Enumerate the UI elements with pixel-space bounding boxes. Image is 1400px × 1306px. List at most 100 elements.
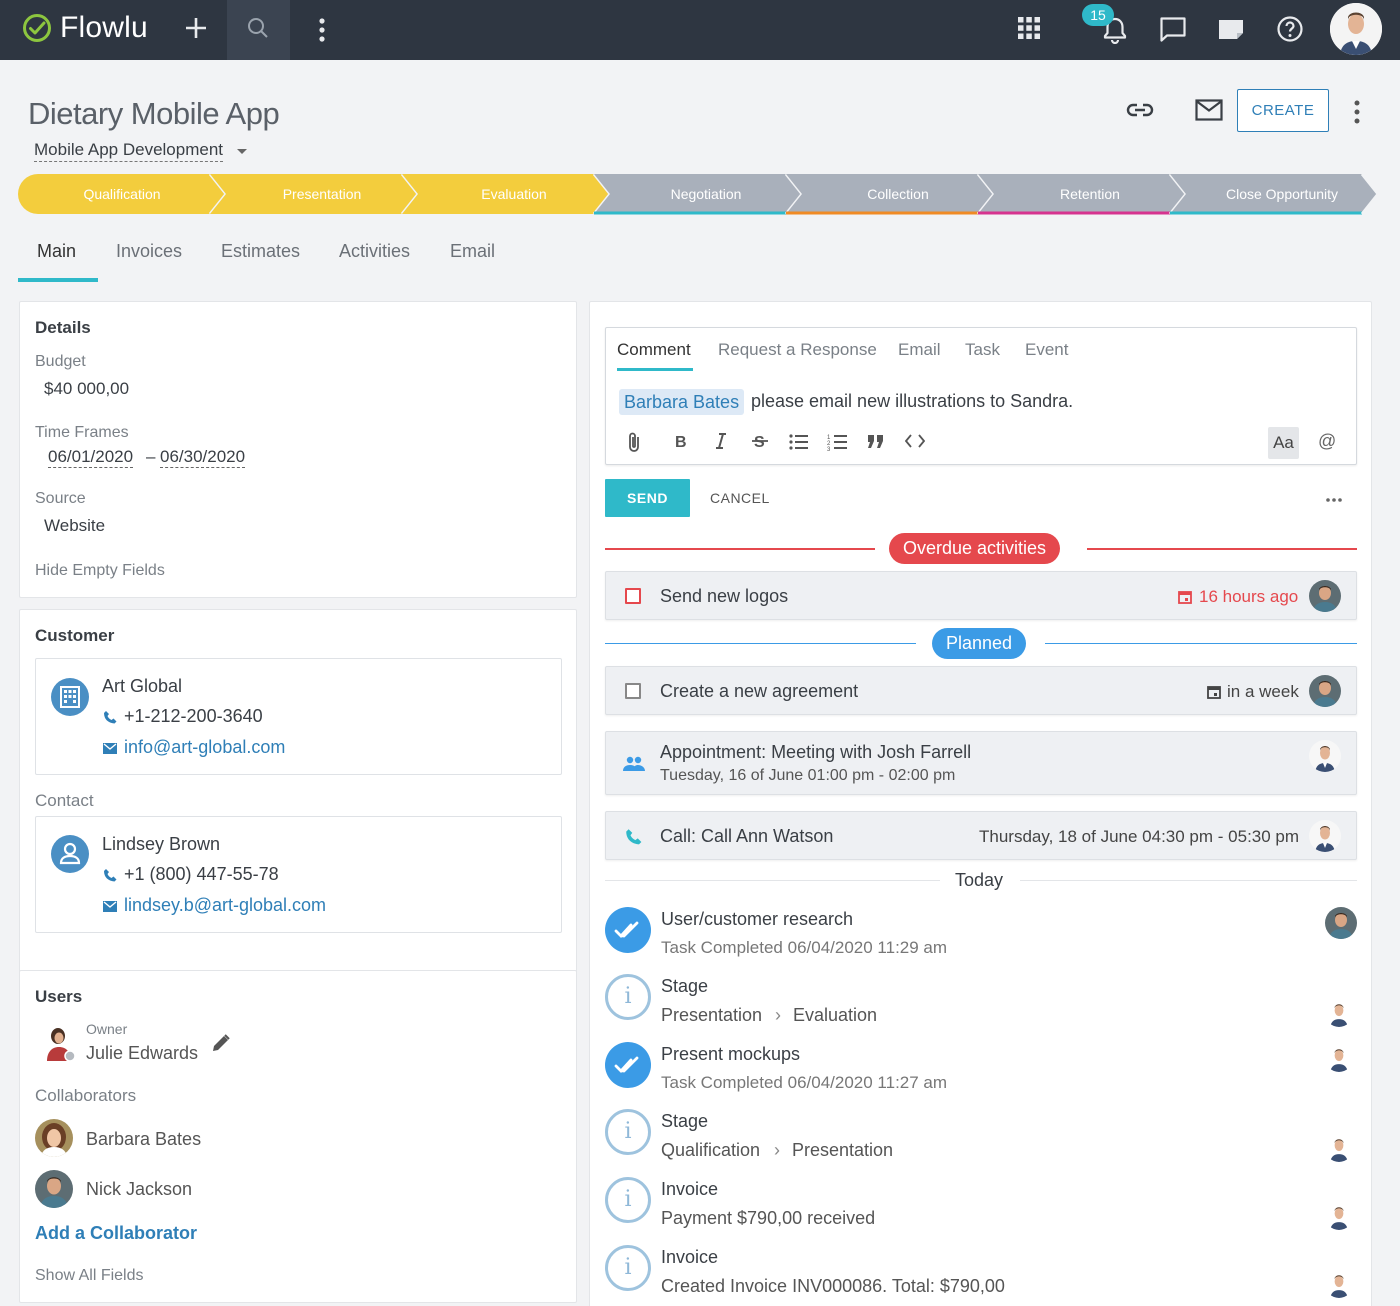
comment-input[interactable]: please email new illustrations to Sandra…: [751, 391, 1073, 412]
overdue-task-row[interactable]: Send new logos 16 hours ago: [605, 571, 1357, 620]
contact-email-link[interactable]: lindsey.b@art-global.com: [124, 895, 326, 916]
show-all-fields-link[interactable]: Show All Fields: [35, 1267, 144, 1285]
cancel-button[interactable]: CANCEL: [710, 479, 770, 517]
task-title[interactable]: Send new logos: [660, 586, 788, 607]
planned-call-row[interactable]: Call: Call Ann Watson Thursday, 18 of Ju…: [605, 811, 1357, 860]
feed-item-title[interactable]: Present mockups: [661, 1044, 800, 1065]
add-icon[interactable]: [182, 14, 210, 42]
task-completed-icon: [605, 1042, 651, 1088]
start-date[interactable]: 06/01/2020: [48, 447, 134, 468]
user-avatar[interactable]: [1330, 3, 1382, 55]
quote-icon[interactable]: [868, 435, 884, 448]
caret-down-icon[interactable]: [237, 149, 247, 154]
notification-count-badge: 15: [1082, 4, 1114, 26]
more-vertical-icon[interactable]: [1348, 100, 1366, 124]
stage-close-opportunity[interactable]: Close Opportunity: [1170, 174, 1378, 215]
contact-name[interactable]: Lindsey Brown: [102, 834, 220, 855]
mail-icon[interactable]: [1195, 99, 1223, 121]
assignee-avatar[interactable]: [1309, 820, 1341, 852]
strikethrough-icon[interactable]: S: [751, 432, 769, 450]
deal-title: Dietary Mobile App: [28, 96, 280, 131]
author-avatar[interactable]: [1325, 1270, 1353, 1298]
bullet-list-icon[interactable]: [789, 434, 808, 450]
tab-email[interactable]: Email: [450, 241, 495, 262]
author-avatar[interactable]: [1325, 1134, 1353, 1162]
planned-meeting-row[interactable]: Appointment: Meeting with Josh Farrell T…: [605, 731, 1357, 795]
more-horizontal-icon[interactable]: [1325, 497, 1343, 503]
planned-task-row[interactable]: Create a new agreement in a week: [605, 666, 1357, 715]
text-format-toggle[interactable]: Aa: [1268, 427, 1299, 459]
search-button[interactable]: [227, 0, 290, 60]
company-phone[interactable]: +1-212-200-3640: [124, 706, 263, 727]
chat-icon[interactable]: [1159, 16, 1187, 43]
stage-presentation[interactable]: Presentation: [210, 174, 418, 215]
feed-item-title[interactable]: User/customer research: [661, 909, 853, 930]
assignee-avatar[interactable]: [1309, 740, 1341, 772]
code-icon[interactable]: [905, 434, 925, 448]
active-tab-indicator: [18, 278, 98, 282]
tab-activities[interactable]: Activities: [339, 241, 410, 262]
collaborator-name[interactable]: Barbara Bates: [86, 1129, 201, 1150]
attach-icon[interactable]: [627, 431, 641, 453]
overdue-divider: [605, 548, 875, 550]
link-icon[interactable]: [1126, 100, 1154, 120]
task-title[interactable]: Create a new agreement: [660, 681, 858, 702]
task-checkbox[interactable]: [625, 588, 641, 604]
help-icon[interactable]: [1276, 15, 1304, 43]
app-logo[interactable]: Flowlu: [22, 11, 148, 45]
feed-item-title[interactable]: Stage: [661, 1111, 708, 1132]
pipeline-selector[interactable]: Mobile App Development: [34, 140, 224, 162]
company-name[interactable]: Art Global: [102, 676, 182, 697]
stage-retention[interactable]: Retention: [978, 174, 1186, 215]
tab-main[interactable]: Main: [37, 241, 76, 262]
assignee-avatar[interactable]: [1309, 675, 1341, 707]
tab-estimates[interactable]: Estimates: [221, 241, 300, 262]
logo-text: Flowlu: [60, 11, 148, 44]
tab-comment[interactable]: Comment: [617, 340, 691, 360]
stage-negotiation[interactable]: Negotiation: [594, 174, 802, 215]
budget-value[interactable]: $40 000,00: [44, 379, 129, 399]
planned-divider: [605, 643, 916, 644]
owner-name[interactable]: Julie Edwards: [86, 1043, 198, 1064]
add-collaborator-link[interactable]: Add a Collaborator: [35, 1223, 197, 1244]
send-button[interactable]: SEND: [605, 479, 690, 517]
source-value[interactable]: Website: [44, 516, 105, 536]
hide-empty-fields-link[interactable]: Hide Empty Fields: [35, 562, 165, 580]
italic-icon[interactable]: [714, 433, 728, 449]
mention-tag[interactable]: Barbara Bates: [619, 389, 745, 415]
collaborator-avatar[interactable]: [35, 1170, 73, 1208]
author-avatar[interactable]: [1325, 999, 1353, 1027]
call-title[interactable]: Call: Call Ann Watson: [660, 826, 833, 847]
owner-avatar[interactable]: [41, 1023, 77, 1061]
feed-item-title[interactable]: Stage: [661, 976, 708, 997]
contact-phone[interactable]: +1 (800) 447-55-78: [124, 864, 279, 885]
tab-event[interactable]: Event: [1025, 340, 1068, 360]
collaborator-name[interactable]: Nick Jackson: [86, 1179, 192, 1200]
stage-collection[interactable]: Collection: [786, 174, 994, 215]
stage-qualification[interactable]: Qualification: [18, 174, 226, 215]
feed-item-title[interactable]: Invoice: [661, 1179, 718, 1200]
numbered-list-icon[interactable]: 123: [827, 433, 847, 451]
folder-note-icon[interactable]: [1217, 17, 1245, 41]
more-vertical-icon[interactable]: [312, 17, 332, 43]
task-checkbox[interactable]: [625, 683, 641, 699]
mention-button[interactable]: @: [1318, 431, 1336, 452]
assignee-avatar[interactable]: [1309, 580, 1341, 612]
bold-icon[interactable]: B: [675, 433, 689, 449]
author-avatar[interactable]: [1325, 1044, 1353, 1072]
apps-grid-icon[interactable]: [1017, 16, 1041, 40]
tab-task[interactable]: Task: [965, 340, 1000, 360]
edit-pencil-icon[interactable]: [211, 1033, 231, 1053]
create-button[interactable]: CREATE: [1237, 89, 1329, 132]
company-email-link[interactable]: info@art-global.com: [124, 737, 285, 758]
tab-invoices[interactable]: Invoices: [116, 241, 182, 262]
tab-email[interactable]: Email: [898, 340, 941, 360]
end-date[interactable]: 06/30/2020: [160, 447, 246, 468]
tab-request-response[interactable]: Request a Response: [718, 340, 877, 360]
meeting-title[interactable]: Appointment: Meeting with Josh Farrell: [660, 742, 971, 763]
collaborator-avatar[interactable]: [35, 1119, 73, 1157]
stage-evaluation[interactable]: Evaluation: [402, 174, 610, 215]
author-avatar[interactable]: [1325, 1202, 1353, 1230]
author-avatar[interactable]: [1325, 907, 1357, 939]
feed-item-title[interactable]: Invoice: [661, 1247, 718, 1268]
